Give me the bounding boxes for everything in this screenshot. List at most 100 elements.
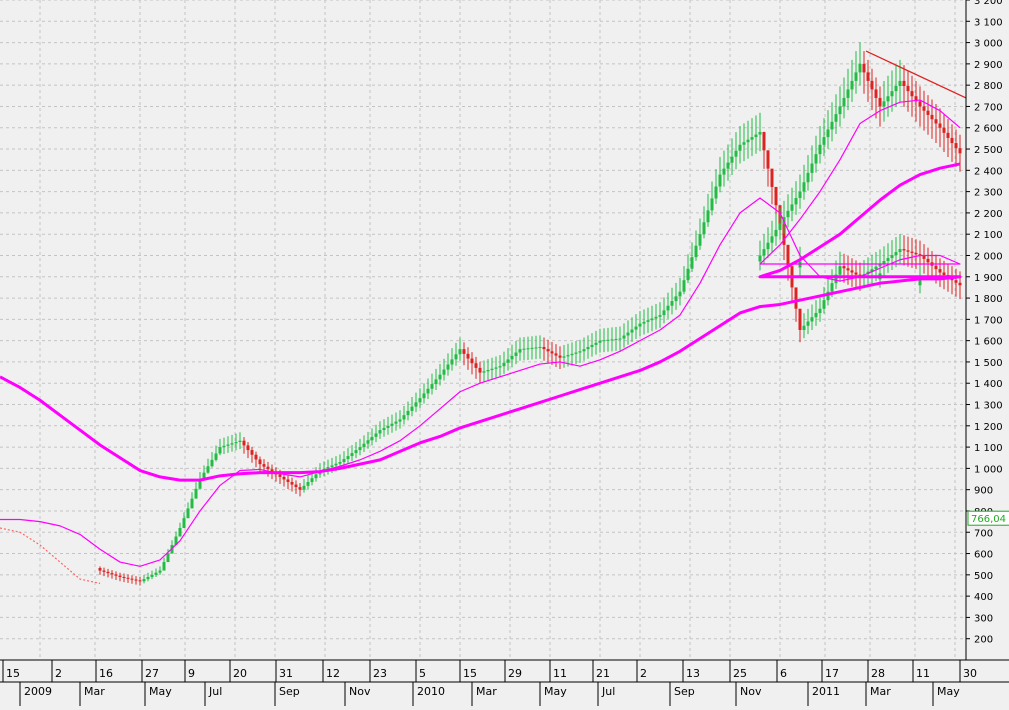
- candle-body: [818, 144, 822, 155]
- candle-body: [834, 114, 838, 122]
- y-tick-label: 1 400: [974, 379, 1003, 390]
- y-tick-label: 900: [974, 486, 993, 497]
- y-tick-label: 500: [974, 571, 993, 582]
- candle-body: [934, 265, 938, 270]
- candle-body: [638, 323, 642, 327]
- candle-body: [122, 576, 126, 578]
- candle-body: [518, 349, 522, 353]
- candle-body: [810, 317, 814, 322]
- x-month-label: Mar: [870, 685, 891, 698]
- candle-body: [250, 450, 254, 455]
- candle-body: [774, 229, 778, 237]
- candle-body: [542, 347, 546, 350]
- x-day-label: 11: [916, 667, 930, 680]
- candle-body: [390, 423, 394, 426]
- candle-body: [394, 421, 398, 424]
- y-tick-label: 2 000: [974, 251, 1003, 262]
- y-tick-label: 1 700: [974, 315, 1003, 326]
- candle-body: [886, 96, 890, 102]
- candle-body: [422, 393, 426, 399]
- candle-body: [918, 101, 922, 107]
- candle-body: [206, 466, 210, 473]
- candle-body: [386, 425, 390, 428]
- candle-body: [370, 436, 374, 441]
- candle-body: [874, 89, 878, 98]
- last-value-label: 766,04: [971, 514, 1006, 525]
- y-tick-label: 2 300: [974, 188, 1003, 199]
- candle-body: [734, 150, 738, 157]
- candle-body: [874, 266, 878, 270]
- candle-body: [682, 280, 686, 292]
- candle-body: [462, 349, 466, 354]
- candle-body: [894, 252, 898, 256]
- candle-body: [358, 447, 362, 451]
- candle-body: [458, 349, 462, 355]
- candle-body: [246, 445, 250, 451]
- candle-body: [522, 348, 526, 350]
- candle-body: [826, 129, 830, 138]
- candle-body: [890, 91, 894, 97]
- candle-body: [430, 384, 434, 389]
- candle-body: [838, 267, 842, 274]
- candle-body: [502, 362, 506, 367]
- candle-body: [890, 255, 894, 259]
- candle-body: [906, 86, 910, 92]
- candle-body: [554, 353, 558, 356]
- candle-body: [282, 476, 286, 480]
- candle-body: [166, 553, 170, 563]
- candle-body: [302, 485, 306, 490]
- candle-body: [234, 441, 238, 444]
- candle-body: [910, 91, 914, 97]
- y-tick-label: 3 200: [974, 0, 1003, 7]
- y-tick-label: 2 800: [974, 81, 1003, 92]
- candle-body: [830, 283, 834, 292]
- candle-body: [130, 578, 134, 580]
- candle-body: [914, 252, 918, 255]
- candle-body: [750, 137, 754, 140]
- y-tick-label: 1 000: [974, 464, 1003, 475]
- candle-body: [746, 139, 750, 143]
- candle-body: [146, 576, 150, 580]
- candle-body: [838, 106, 842, 115]
- candle-body: [474, 363, 478, 368]
- candle-body: [842, 266, 846, 269]
- candle-body: [618, 338, 622, 340]
- x-day-label: 28: [871, 667, 885, 680]
- candle-body: [110, 573, 114, 575]
- candle-body: [506, 359, 510, 363]
- candle-body: [114, 574, 118, 576]
- candle-body: [138, 580, 142, 582]
- candle-body: [466, 353, 470, 359]
- candle-body: [938, 123, 942, 128]
- candle-body: [470, 358, 474, 364]
- y-tick-label: 700: [974, 528, 993, 539]
- candle-body: [578, 351, 582, 353]
- candle-body: [626, 332, 630, 336]
- y-tick-label: 600: [974, 550, 993, 561]
- x-month-label: 2011: [812, 685, 840, 698]
- candle-body: [586, 347, 590, 350]
- candle-body: [526, 348, 530, 350]
- candle-body: [406, 410, 410, 416]
- candle-body: [182, 518, 186, 528]
- x-month-label: May: [149, 685, 172, 698]
- candle-body: [898, 80, 902, 87]
- candle-body: [414, 402, 418, 407]
- candle-body: [762, 132, 766, 151]
- candle-body: [786, 244, 790, 267]
- candle-body: [774, 186, 778, 206]
- x-day-label: 29: [508, 667, 522, 680]
- candle-body: [106, 571, 110, 574]
- candle-body: [886, 258, 890, 262]
- candle-body: [802, 182, 806, 192]
- candle-body: [950, 137, 954, 144]
- y-tick-label: 2 600: [974, 124, 1003, 135]
- candle-body: [294, 484, 298, 488]
- candle-body: [350, 453, 354, 457]
- y-tick-label: 2 400: [974, 166, 1003, 177]
- candle-body: [946, 132, 950, 138]
- candle-body: [374, 433, 378, 437]
- candle-body: [134, 579, 138, 581]
- candle-body: [930, 114, 934, 120]
- candle-body: [818, 308, 822, 313]
